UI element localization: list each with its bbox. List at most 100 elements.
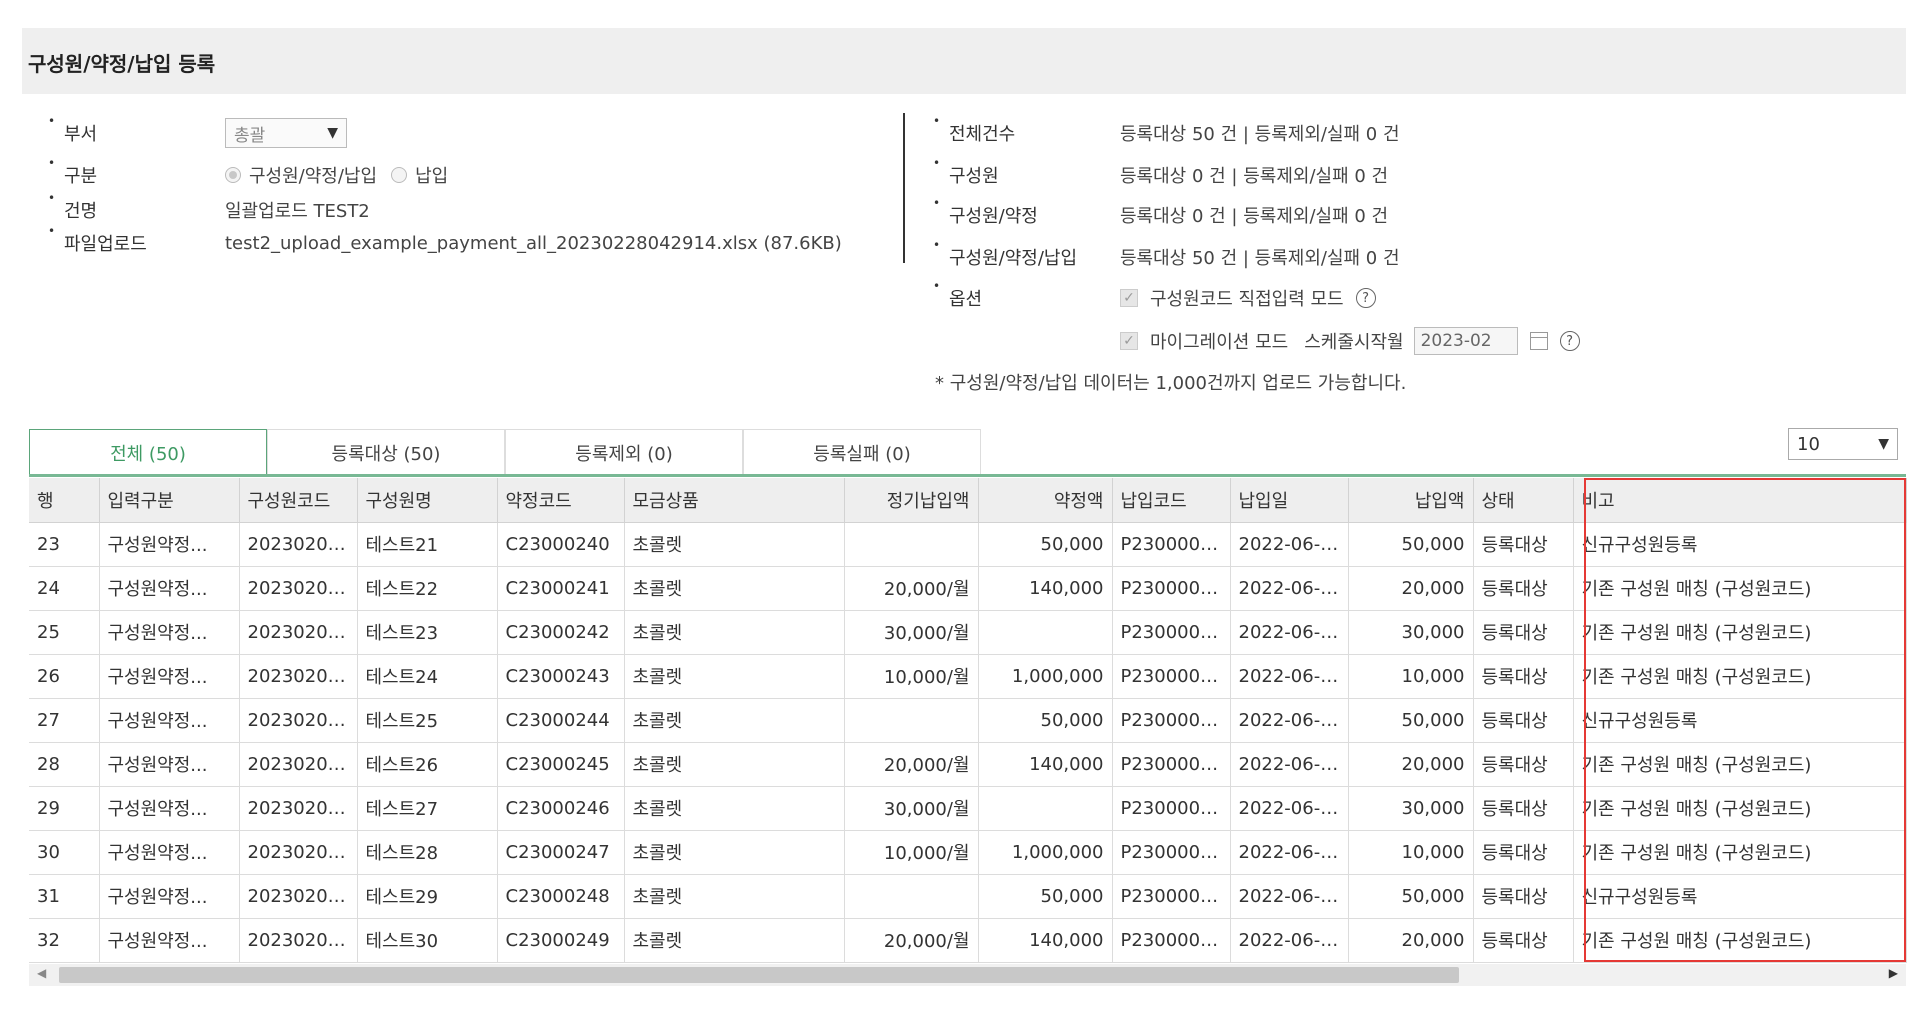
page-size-value: 10 xyxy=(1797,433,1820,455)
upload-grid: 행 입력구분 구성원코드 구성원명 약정코드 모금상품 정기납입액 약정액 납입… xyxy=(29,478,1907,963)
help-icon[interactable]: ? xyxy=(1355,288,1376,308)
table-cell: 30,000/월 xyxy=(844,786,979,831)
scroll-right-icon[interactable]: ▶ xyxy=(1889,966,1898,980)
schedule-start-input[interactable]: 2023-02 xyxy=(1413,327,1518,355)
table-cell: 30 xyxy=(29,830,100,875)
chevron-down-icon: ▼ xyxy=(327,125,338,141)
dept-select[interactable]: 총괄 ▼ xyxy=(225,118,347,148)
table-cell: 31 xyxy=(29,874,100,919)
table-cell: C23000240 xyxy=(497,522,625,567)
dept-select-value: 총괄 xyxy=(234,125,266,146)
table-cell: P23000085 xyxy=(1112,610,1231,655)
file-name: test2_upload_example_payment_all_2023022… xyxy=(225,232,842,254)
col-header[interactable]: 납입일 xyxy=(1230,478,1349,523)
table-cell: 2022-06-05 xyxy=(1230,698,1349,743)
col-header[interactable]: 구성원명 xyxy=(357,478,498,523)
page-header: 구성원/약정/납입 등록 xyxy=(22,28,1906,94)
tab-all[interactable]: 전체 (50) xyxy=(29,429,267,475)
table-cell: 등록대상 xyxy=(1473,830,1574,875)
table-row[interactable]: 26 구성원약정... 20230201... 테스트24 C23000243 초콜렛 10… xyxy=(29,654,1907,699)
table-cell: 25 xyxy=(29,610,100,655)
table-cell: 초콜렛 xyxy=(624,786,845,831)
table-cell: 20,000 xyxy=(1348,918,1474,963)
table-cell: 기존 구성원 매칭 (구성원코드) xyxy=(1573,742,1907,787)
table-row[interactable]: 23 구성원약정... 20230201... 테스트21 C23000240 초콜렛 50… xyxy=(29,522,1907,567)
member-pledge-pay-row: 구성원/약정/납입 등록대상 50 건 | 등록제외/실패 0 건 xyxy=(933,238,1895,272)
table-cell: 2022-06-05 xyxy=(1230,610,1349,655)
table-cell: 2022-06-05 xyxy=(1230,566,1349,611)
direct-input-label: 구성원코드 직접입력 모드 xyxy=(1150,289,1344,310)
col-header[interactable]: 약정코드 xyxy=(497,478,625,523)
table-cell: 테스트21 xyxy=(357,522,498,567)
table-row[interactable]: 25 구성원약정... 20230201... 테스트23 C23000242 초콜렛 30… xyxy=(29,610,1907,655)
table-cell: 1,000,000 xyxy=(978,830,1113,875)
table-cell: 초콜렛 xyxy=(624,918,845,963)
table-cell: 등록대상 xyxy=(1473,918,1574,963)
table-cell: 30,000 xyxy=(1348,786,1474,831)
table-cell xyxy=(978,786,1113,831)
table-cell: 테스트28 xyxy=(357,830,498,875)
table-row[interactable]: 29 구성원약정... 20230201... 테스트27 C23000246 초콜렛 30… xyxy=(29,786,1907,831)
table-cell: 초콜렛 xyxy=(624,874,845,919)
col-header[interactable]: 구성원코드 xyxy=(239,478,358,523)
table-cell: C23000243 xyxy=(497,654,625,699)
tab-register-target[interactable]: 등록대상 (50) xyxy=(267,429,505,475)
table-cell: 등록대상 xyxy=(1473,566,1574,611)
col-header[interactable]: 정기납입액 xyxy=(844,478,979,523)
table-row[interactable]: 31 구성원약정... 20230201... 테스트29 C23000248 초콜렛 50… xyxy=(29,874,1907,919)
table-cell: 구성원약정... xyxy=(99,786,240,831)
direct-input-checkbox[interactable]: ✓ xyxy=(1120,289,1138,307)
table-cell: 기존 구성원 매칭 (구성원코드) xyxy=(1573,830,1907,875)
table-cell: C23000245 xyxy=(497,742,625,787)
dept-row: 부서 총괄 ▼ xyxy=(48,114,900,148)
table-row[interactable]: 24 구성원약정... 20230201... 테스트22 C23000241 초콜렛 20… xyxy=(29,566,1907,611)
table-cell: 2022-06-05 xyxy=(1230,874,1349,919)
migration-checkbox[interactable]: ✓ xyxy=(1120,332,1138,350)
horizontal-scrollbar[interactable]: ◀ ▶ xyxy=(29,964,1906,986)
table-cell: 10,000 xyxy=(1348,654,1474,699)
table-cell: 초콜렛 xyxy=(624,830,845,875)
col-header[interactable]: 행 xyxy=(29,478,100,523)
table-cell: P23000092 xyxy=(1112,918,1231,963)
table-cell: 등록대상 xyxy=(1473,786,1574,831)
page-size-select[interactable]: 10 ▼ xyxy=(1788,428,1898,460)
table-cell: 50,000 xyxy=(1348,522,1474,567)
table-cell: 테스트27 xyxy=(357,786,498,831)
col-header[interactable]: 입력구분 xyxy=(99,478,240,523)
tab-failed[interactable]: 등록실패 (0) xyxy=(743,429,981,475)
tab-excluded[interactable]: 등록제외 (0) xyxy=(505,429,743,475)
col-header[interactable]: 상태 xyxy=(1473,478,1574,523)
table-cell: 등록대상 xyxy=(1473,874,1574,919)
table-cell: 20230201... xyxy=(239,566,358,611)
table-cell: C23000242 xyxy=(497,610,625,655)
col-header[interactable]: 약정액 xyxy=(978,478,1113,523)
table-row[interactable]: 30 구성원약정... 20230201... 테스트28 C23000247 초콜렛 10… xyxy=(29,830,1907,875)
table-row[interactable]: 32 구성원약정... 20230201... 테스트30 C23000249 초콜렛 20… xyxy=(29,918,1907,963)
table-cell: C23000249 xyxy=(497,918,625,963)
member-row: 구성원 등록대상 0 건 | 등록제외/실패 0 건 xyxy=(933,156,1895,190)
type-radio-member-pledge-pay[interactable] xyxy=(225,167,241,183)
table-cell: 50,000 xyxy=(978,698,1113,743)
table-cell: C23000248 xyxy=(497,874,625,919)
col-header[interactable]: 비고 xyxy=(1573,478,1907,523)
table-cell: 기존 구성원 매칭 (구성원코드) xyxy=(1573,566,1907,611)
table-row[interactable]: 28 구성원약정... 20230201... 테스트26 C23000245 초콜렛 20… xyxy=(29,742,1907,787)
col-header[interactable]: 납입코드 xyxy=(1112,478,1231,523)
table-row[interactable]: 27 구성원약정... 20230201... 테스트25 C23000244 초콜렛 50… xyxy=(29,698,1907,743)
col-header[interactable]: 납입액 xyxy=(1348,478,1474,523)
scrollbar-thumb[interactable] xyxy=(59,967,1459,983)
section-divider xyxy=(903,113,905,263)
help-icon[interactable]: ? xyxy=(1559,331,1580,351)
table-cell: 테스트24 xyxy=(357,654,498,699)
table-cell: C23000244 xyxy=(497,698,625,743)
table-cell: 초콜렛 xyxy=(624,566,845,611)
scroll-left-icon[interactable]: ◀ xyxy=(37,966,46,980)
col-header[interactable]: 모금상품 xyxy=(624,478,845,523)
table-cell: 2022-06-05 xyxy=(1230,654,1349,699)
calendar-icon[interactable] xyxy=(1529,332,1548,350)
table-cell: 20230201... xyxy=(239,654,358,699)
type-radio-pay[interactable] xyxy=(391,167,408,183)
table-cell: 1,000,000 xyxy=(978,654,1113,699)
table-cell: P23000084 xyxy=(1112,566,1231,611)
table-cell: 20,000 xyxy=(1348,742,1474,787)
